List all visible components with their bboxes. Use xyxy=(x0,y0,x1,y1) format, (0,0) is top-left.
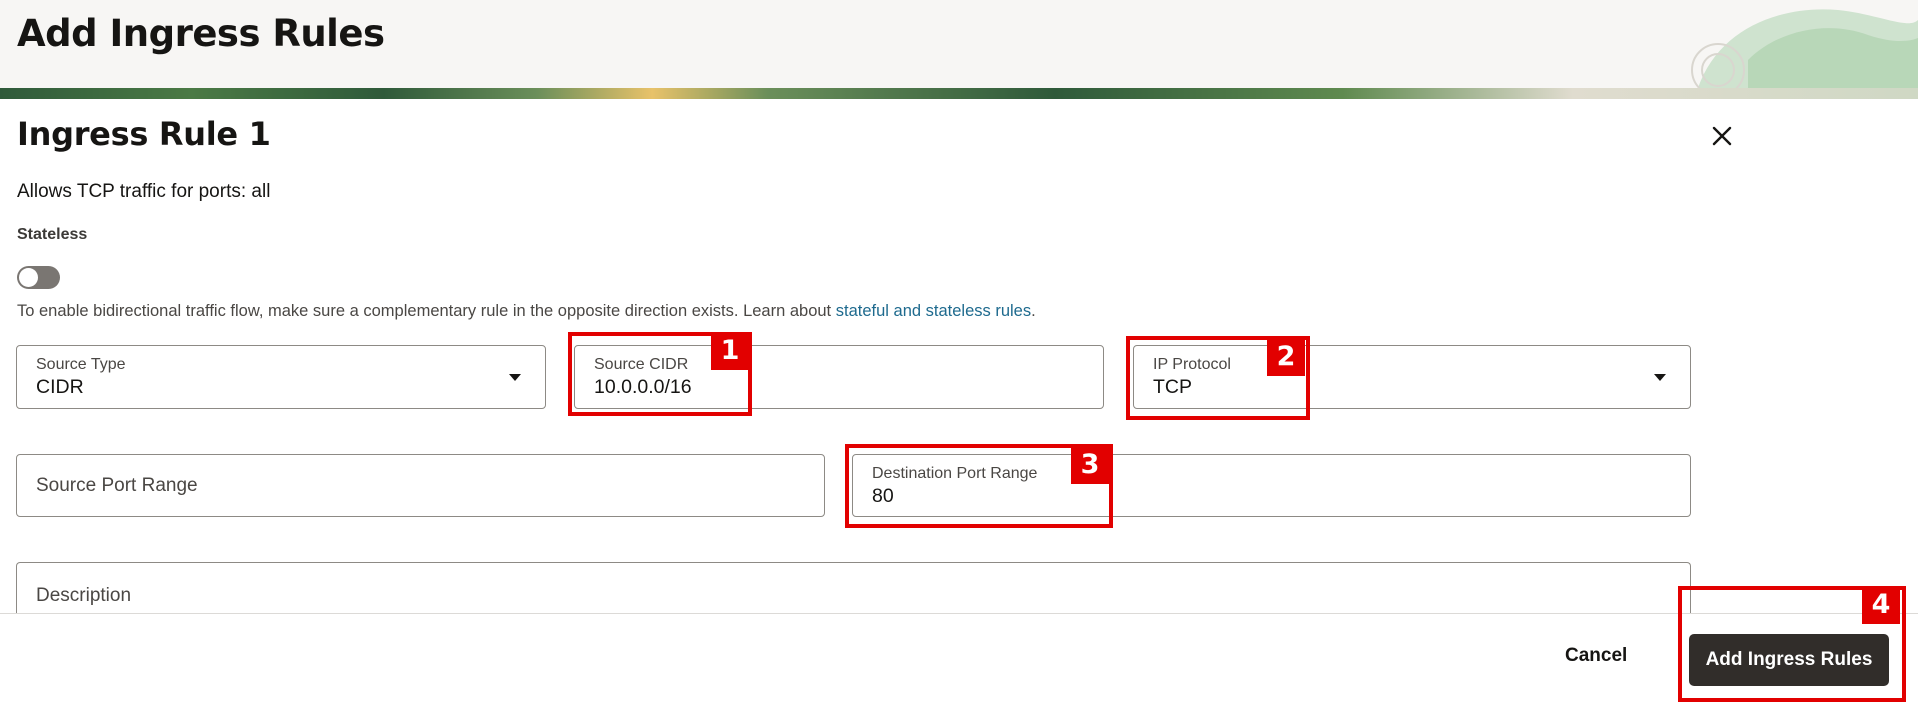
close-icon[interactable] xyxy=(1708,122,1736,150)
page-header: Add Ingress Rules xyxy=(0,0,1918,88)
description-placeholder: Description xyxy=(36,585,132,606)
annotation-badge-2: 2 xyxy=(1267,340,1305,376)
toggle-knob xyxy=(19,268,38,287)
source-cidr-label: Source CIDR xyxy=(594,356,689,373)
annotation-badge-1: 1 xyxy=(711,334,749,370)
ip-protocol-label: IP Protocol xyxy=(1153,356,1231,373)
ip-protocol-select[interactable]: IP Protocol TCP xyxy=(1133,345,1691,409)
stateless-toggle[interactable] xyxy=(17,266,60,289)
footer xyxy=(0,614,1918,703)
cancel-button[interactable]: Cancel xyxy=(1565,645,1627,667)
source-type-label: Source Type xyxy=(36,356,126,373)
hint-text: To enable bidirectional traffic flow, ma… xyxy=(17,302,836,320)
destination-port-range-input[interactable]: Destination Port Range 80 xyxy=(852,454,1691,517)
hint-end: . xyxy=(1031,302,1036,320)
rule-summary: Allows TCP traffic for ports: all xyxy=(17,181,271,202)
chevron-down-icon xyxy=(1654,374,1666,381)
source-cidr-value: 10.0.0.0/16 xyxy=(594,376,692,398)
rule-title: Ingress Rule 1 xyxy=(17,115,271,153)
stateful-stateless-link[interactable]: stateful and stateless rules xyxy=(836,302,1031,320)
source-port-range-placeholder: Source Port Range xyxy=(36,475,198,496)
annotation-badge-3: 3 xyxy=(1071,448,1109,484)
page-title: Add Ingress Rules xyxy=(17,12,385,55)
destination-port-range-label: Destination Port Range xyxy=(872,465,1038,482)
annotation-badge-4: 4 xyxy=(1862,588,1900,624)
stateless-label: Stateless xyxy=(17,226,88,243)
source-type-select[interactable]: Source Type CIDR xyxy=(16,345,546,409)
ip-protocol-value: TCP xyxy=(1153,376,1192,398)
stateless-hint: To enable bidirectional traffic flow, ma… xyxy=(17,302,1036,321)
add-ingress-rules-button[interactable]: Add Ingress Rules xyxy=(1689,634,1889,686)
header-banner xyxy=(0,88,1918,99)
source-type-value: CIDR xyxy=(36,376,84,398)
destination-port-range-value: 80 xyxy=(872,485,894,507)
chevron-down-icon xyxy=(509,374,521,381)
source-port-range-input[interactable]: Source Port Range xyxy=(16,454,825,517)
header-decoration xyxy=(1691,9,1918,88)
source-cidr-input[interactable]: Source CIDR 10.0.0.0/16 xyxy=(574,345,1104,409)
